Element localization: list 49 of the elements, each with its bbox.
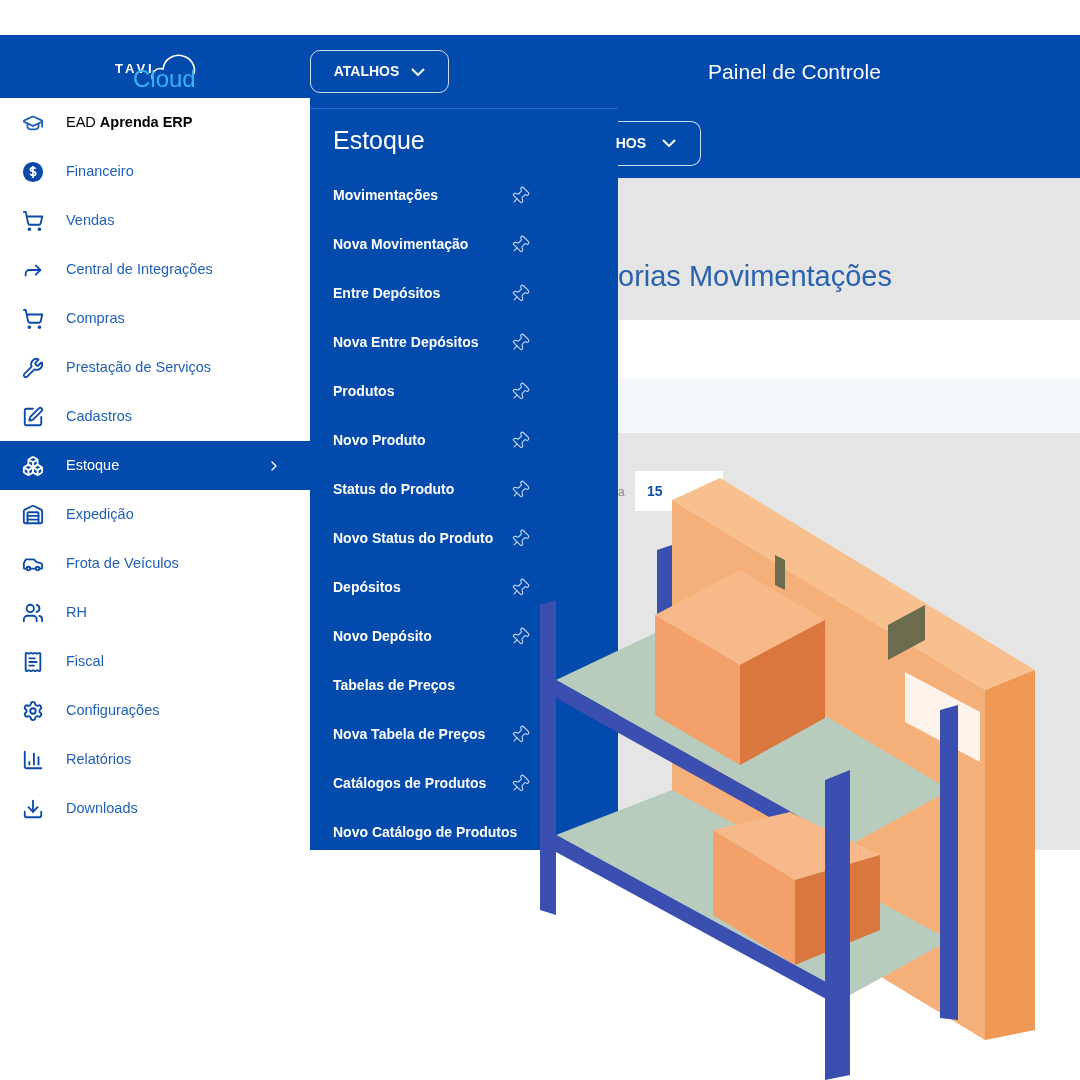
submenu-item[interactable]: Catálogos de Produtos [333, 773, 487, 794]
sidebar-item[interactable]: Vendas [0, 196, 310, 245]
submenu-item[interactable]: Novo Depósito [333, 626, 432, 647]
edit-icon [22, 405, 44, 428]
submenu-item[interactable]: Novo Produto [333, 430, 426, 451]
submenu-title: Estoque [333, 125, 426, 157]
sidebar-item[interactable]: Cadastros [0, 392, 310, 441]
wrench-icon [22, 356, 44, 379]
sidebar-item[interactable]: EAD Aprenda ERP [0, 98, 310, 147]
cart-icon [22, 209, 44, 232]
sidebar-item[interactable]: Frota de Veículos [0, 539, 310, 588]
sidebar-item[interactable]: Relatórios [0, 735, 310, 784]
submenu-item[interactable]: Movimentações [333, 185, 439, 206]
dollar-icon [22, 160, 44, 183]
page-heading: orias Movimentações [618, 258, 892, 294]
submenu-item[interactable]: Novo Status do Produto [333, 528, 494, 549]
boxes-icon [22, 454, 44, 477]
submenu-item[interactable]: Entre Depósitos [333, 283, 441, 304]
users-icon [22, 601, 44, 624]
sidebar-item[interactable]: Expedição [0, 490, 310, 539]
bar-chart-icon [22, 748, 44, 771]
shortcuts-button[interactable]: HOS [618, 120, 701, 166]
sidebar-item[interactable]: Configurações [0, 686, 310, 735]
receipt-icon [22, 650, 44, 673]
submenu-item[interactable]: Tabelas de Preços [333, 675, 455, 696]
sidebar-item[interactable]: RH [0, 588, 310, 637]
sidebar-item[interactable]: Compras [0, 294, 310, 343]
sidebar-item[interactable]: Estoque [0, 441, 310, 490]
warehouse-icon [22, 503, 44, 526]
sidebar-item[interactable]: Fiscal [0, 637, 310, 686]
download-icon [22, 797, 44, 820]
shortcuts-button[interactable]: ATALHOS [310, 50, 449, 93]
submenu-item[interactable]: Nova Entre Depósitos [333, 332, 479, 353]
chevron-down-icon [662, 139, 676, 147]
chevron-down-icon [411, 67, 426, 76]
submenu-item[interactable]: Status do Produto [333, 479, 455, 500]
submenu-item[interactable]: Novo Catálogo de Produtos [333, 822, 518, 843]
sidebar-item[interactable]: Central de Integrações [0, 245, 310, 294]
submenu-item[interactable]: Nova Tabela de Preços [333, 724, 486, 745]
page-title: Painel de Controle [708, 58, 881, 85]
cart-icon [22, 307, 44, 330]
submenu-item[interactable]: Produtos [333, 381, 395, 402]
sidebar-item[interactable]: Prestação de Serviços [0, 343, 310, 392]
settings-icon [22, 699, 44, 722]
sidebar-item[interactable]: Downloads [0, 784, 310, 833]
submenu-item[interactable]: Nova Movimentação [333, 234, 469, 255]
sidebar-item[interactable]: Financeiro [0, 147, 310, 196]
submenu-item[interactable]: Depósitos [333, 577, 401, 598]
field-label: a [618, 484, 626, 501]
